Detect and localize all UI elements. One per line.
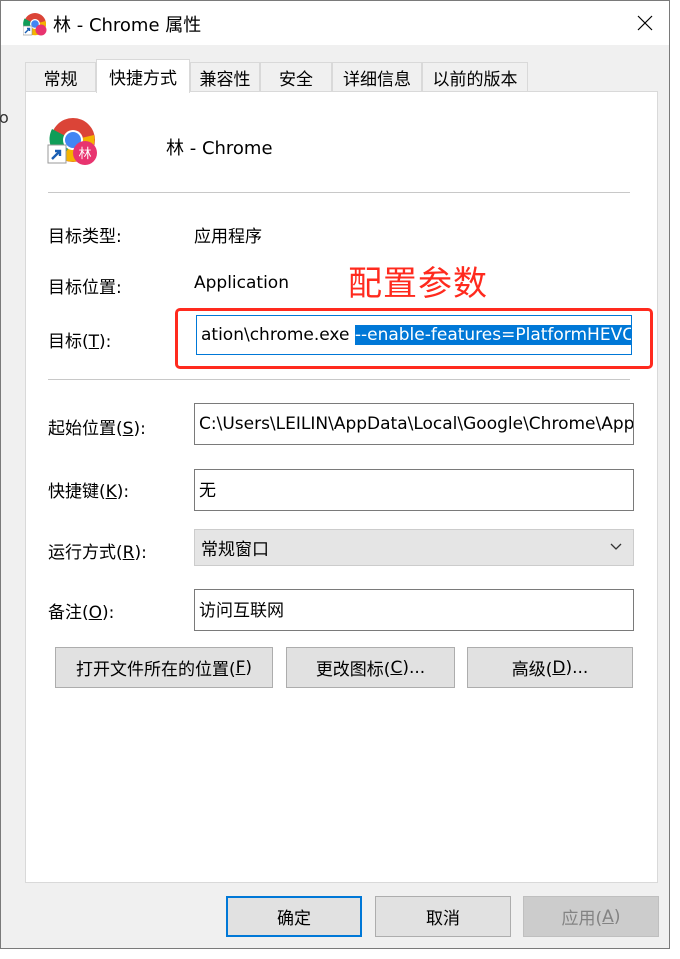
label-text: 起始位置(: [48, 419, 123, 439]
start-in-text: C:\Users\LEILIN\AppData\Local\Google\Chr…: [199, 414, 634, 434]
tab-shortcut[interactable]: 快捷方式: [96, 59, 190, 93]
button-text: 应用(: [561, 909, 603, 929]
button-text: 取消: [426, 909, 460, 929]
comment-input[interactable]: 访问互联网: [194, 589, 634, 631]
label-text: 目标(: [48, 332, 89, 352]
change-icon-button[interactable]: 更改图标(C)...: [286, 647, 455, 688]
cancel-button[interactable]: 取消: [375, 896, 511, 937]
background-window-text: or: [0, 108, 9, 127]
hotkey-label: 快捷键(K):: [48, 477, 129, 502]
apply-button[interactable]: 应用(A): [523, 896, 659, 937]
target-type-label: 目标类型:: [48, 227, 122, 247]
properties-dialog: 林 - Chrome 属性 常规 快捷方式 兼容性 安全 详细信息 以前的版本 …: [0, 0, 670, 949]
tab-label: 安全: [279, 70, 313, 90]
label-text: 备注(: [48, 603, 89, 623]
open-file-location-button[interactable]: 打开文件所在的位置(F): [55, 647, 273, 688]
access-key: T: [88, 332, 100, 352]
shortcut-name: 林 - Chrome: [166, 138, 273, 159]
tab-label: 以前的版本: [432, 70, 518, 90]
tab-label: 常规: [43, 70, 78, 90]
access-key: K: [105, 482, 117, 502]
title-bar: 林 - Chrome 属性: [1, 1, 669, 45]
tab-label: 详细信息: [343, 70, 411, 90]
button-text: 打开文件所在的位置(: [75, 660, 236, 680]
close-icon: [637, 15, 653, 31]
target-location-value: Application: [194, 273, 289, 293]
separator: [48, 379, 630, 380]
run-selected-value: 常规窗口: [201, 540, 269, 560]
chrome-app-icon: 林: [47, 118, 97, 165]
tab-label: 快捷方式: [109, 69, 177, 89]
access-key: D: [552, 657, 566, 678]
run-select[interactable]: 常规窗口: [194, 529, 634, 566]
hotkey-input[interactable]: 无: [194, 469, 634, 511]
hotkey-text: 无: [199, 481, 216, 501]
separator: [48, 192, 630, 193]
ok-button[interactable]: 确定: [226, 896, 362, 937]
start-in-input[interactable]: C:\Users\LEILIN\AppData\Local\Google\Chr…: [194, 403, 634, 445]
button-text: ): [245, 657, 253, 678]
button-text: )...: [565, 657, 589, 678]
access-key: C: [390, 657, 403, 678]
comment-label: 备注(O):: [48, 598, 114, 623]
label-text: ):: [99, 332, 112, 352]
access-key: O: [88, 603, 103, 623]
config-params-annotation: 配置参数: [348, 264, 488, 304]
highlight-box: [175, 308, 653, 369]
label-text: ):: [133, 419, 146, 439]
run-label: 运行方式(R):: [48, 538, 147, 563]
tab-details[interactable]: 详细信息: [332, 62, 422, 92]
tab-security[interactable]: 安全: [260, 62, 332, 92]
avatar-badge-text: 林: [78, 147, 91, 162]
tab-general[interactable]: 常规: [25, 62, 96, 92]
chevron-down-icon: [610, 543, 622, 550]
button-text: ): [613, 906, 621, 927]
label-text: ):: [134, 543, 147, 563]
label-text: 快捷键(: [48, 482, 106, 502]
target-location-label: 目标位置:: [48, 278, 122, 298]
label-text: ):: [102, 603, 115, 623]
access-key: A: [602, 906, 614, 927]
window-title: 林 - Chrome 属性: [53, 15, 202, 36]
access-key: F: [235, 657, 246, 678]
label-text: 运行方式(: [48, 543, 123, 563]
comment-text: 访问互联网: [199, 601, 284, 621]
button-text: 更改图标(: [315, 660, 391, 680]
tab-compatibility[interactable]: 兼容性: [190, 62, 260, 92]
tab-previous-versions[interactable]: 以前的版本: [422, 62, 528, 92]
label-text: ):: [116, 482, 130, 502]
tab-label: 兼容性: [199, 70, 251, 90]
target-type-value: 应用程序: [194, 227, 262, 247]
button-text: 确定: [277, 909, 311, 929]
close-button[interactable]: [627, 7, 663, 39]
chrome-shortcut-icon: [23, 13, 47, 36]
button-text: )...: [402, 657, 426, 678]
button-text: 高级(: [511, 660, 553, 680]
access-key: R: [122, 543, 135, 563]
access-key: S: [122, 419, 134, 439]
advanced-button[interactable]: 高级(D)...: [467, 647, 633, 688]
start-in-label: 起始位置(S):: [48, 414, 146, 439]
target-label: 目标(T):: [48, 327, 111, 352]
